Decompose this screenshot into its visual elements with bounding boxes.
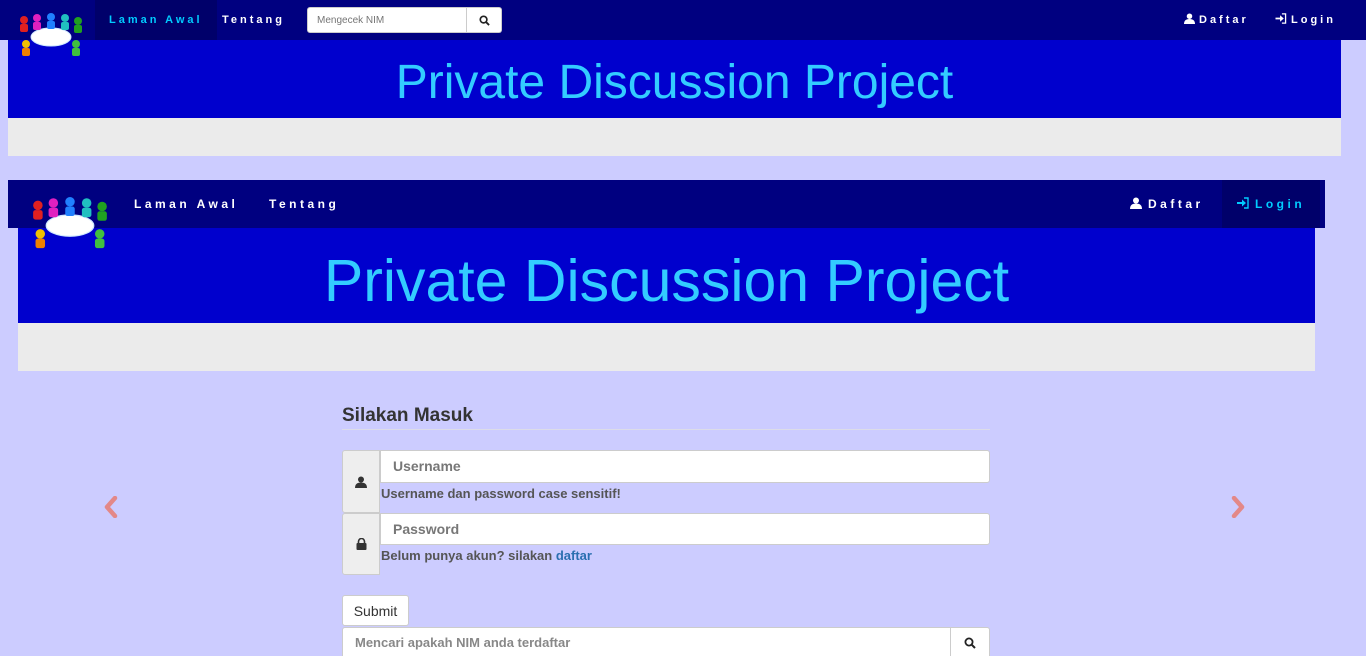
login-icon <box>1275 13 1287 24</box>
submit-button[interactable]: Submit <box>342 595 409 626</box>
page-title-2: Private Discussion Project <box>323 248 1010 314</box>
daftar-link[interactable]: Daftar <box>1184 0 1249 40</box>
nav2-link-tentang[interactable]: Tentang <box>269 180 339 228</box>
login-label: Login <box>1291 14 1336 26</box>
nim-search-form <box>307 7 502 33</box>
register-prefix: Belum punya akun? silakan <box>381 548 556 563</box>
search-icon <box>964 637 976 649</box>
page-title: Private Discussion Project <box>395 56 954 109</box>
banner-strip <box>8 118 1341 156</box>
nim-search-input[interactable] <box>307 7 467 33</box>
user-icon <box>1130 197 1142 209</box>
carousel-prev-button[interactable] <box>101 495 121 519</box>
search-button[interactable] <box>467 7 502 33</box>
meeting-logo-icon[interactable] <box>26 193 114 251</box>
lock-icon <box>356 538 366 550</box>
register-helper-text: Belum punya akun? silakan daftar <box>381 548 592 563</box>
carousel-next-button[interactable] <box>1228 495 1248 519</box>
username-addon <box>342 450 380 513</box>
nav-link-laman-awal[interactable]: Laman Awal <box>95 0 217 40</box>
nav2-link-laman-awal[interactable]: Laman Awal <box>134 180 238 228</box>
login-link[interactable]: Login <box>1275 0 1336 40</box>
password-input[interactable]: Password <box>380 513 990 545</box>
nim-search-bar: Mencari apakah NIM anda terdaftar <box>342 627 990 656</box>
header-banner: Private Discussion Project <box>8 40 1341 118</box>
password-addon <box>342 513 380 575</box>
nim-check-input[interactable]: Mencari apakah NIM anda terdaftar <box>342 627 951 656</box>
nav2-daftar-label: Daftar <box>1148 197 1204 211</box>
username-input[interactable]: Username <box>380 450 990 483</box>
banner-strip-2 <box>18 323 1315 371</box>
user-icon <box>1184 13 1195 24</box>
chevron-left-icon <box>104 496 118 518</box>
login-form-title: Silakan Masuk <box>342 405 473 426</box>
form-divider <box>342 429 990 430</box>
chevron-right-icon <box>1231 496 1245 518</box>
top-navbar: Laman Awal Tentang Daftar Login <box>0 0 1366 56</box>
secondary-navbar: Laman Awal Tentang Daftar Login <box>8 180 1325 249</box>
nim-check-button[interactable] <box>951 627 990 656</box>
search-icon <box>478 14 490 26</box>
daftar-label: Daftar <box>1199 14 1249 26</box>
login-icon <box>1237 197 1249 209</box>
nav-link-tentang[interactable]: Tentang <box>222 0 285 40</box>
user-icon <box>355 476 367 488</box>
register-link[interactable]: daftar <box>556 548 592 563</box>
nav2-login-label: Login <box>1255 197 1306 211</box>
nav2-daftar-link[interactable]: Daftar <box>1130 180 1204 228</box>
meeting-logo-icon[interactable] <box>14 10 88 58</box>
username-helper-text: Username dan password case sensitif! <box>381 486 621 501</box>
nav2-login-link[interactable]: Login <box>1222 180 1321 228</box>
header-banner-2: Private Discussion Project <box>18 228 1315 323</box>
